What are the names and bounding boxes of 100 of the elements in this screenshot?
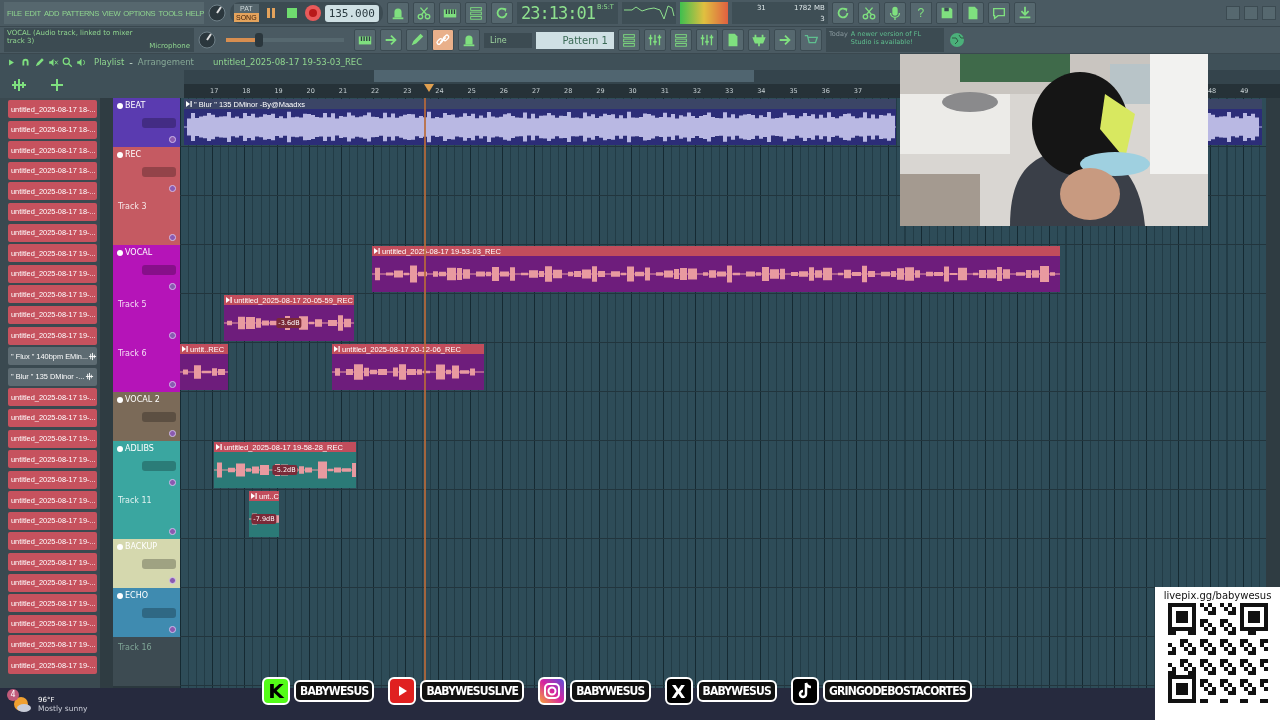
track-header[interactable]: REC <box>113 147 180 196</box>
download-button[interactable] <box>1013 2 1036 24</box>
scissors-button[interactable] <box>857 2 880 24</box>
track-icon[interactable] <box>117 249 123 256</box>
track-controls[interactable] <box>142 118 176 128</box>
play-icon <box>216 444 222 450</box>
track-header[interactable]: Track 3 <box>113 196 180 245</box>
list-icon <box>468 5 484 21</box>
waveform-icon[interactable] <box>10 76 28 94</box>
track-icon[interactable] <box>117 445 123 452</box>
track-header[interactable]: VOCAL 2 <box>113 392 180 441</box>
play-icon <box>226 297 232 303</box>
slider-thumb[interactable] <box>255 33 264 47</box>
youtube-logo-icon <box>388 677 417 705</box>
track-icon[interactable] <box>117 396 123 403</box>
track-name[interactable]: VOCAL <box>125 248 153 257</box>
scrollbar[interactable] <box>100 98 113 688</box>
playlist-subtitle: Arrangement <box>137 57 194 67</box>
notification-badge: 4 <box>7 689 19 701</box>
track-header[interactable]: Track 11 <box>113 490 180 539</box>
x-logo: X <box>664 677 693 705</box>
list-button[interactable] <box>618 29 640 51</box>
track-header[interactable]: Track 5 <box>113 294 180 343</box>
page-button[interactable] <box>722 29 744 51</box>
microphone-button[interactable] <box>883 2 906 24</box>
arrow-button[interactable] <box>774 29 796 51</box>
track-name[interactable]: VOCAL 2 <box>125 395 160 404</box>
bars-button[interactable] <box>644 29 666 51</box>
help-button[interactable]: ? <box>909 2 932 24</box>
piano-button[interactable] <box>439 2 461 24</box>
track-name[interactable]: Track 11 <box>118 496 152 505</box>
list-button[interactable] <box>465 2 487 24</box>
cart-button[interactable] <box>800 29 822 51</box>
chat-button[interactable] <box>987 2 1010 24</box>
piano-button[interactable] <box>354 29 376 51</box>
list-button[interactable] <box>670 29 692 51</box>
link-button[interactable] <box>432 29 454 51</box>
overview-scrollbar[interactable] <box>374 70 754 82</box>
refresh-button[interactable] <box>491 2 513 24</box>
mute-icon[interactable] <box>48 56 59 68</box>
track-name[interactable]: Track 3 <box>118 202 147 211</box>
play-icon <box>334 346 340 352</box>
knob-icon[interactable] <box>208 4 226 22</box>
track-controls[interactable] <box>142 412 176 422</box>
track-icon[interactable] <box>117 543 123 550</box>
mixer-button[interactable] <box>696 29 718 51</box>
qr-code[interactable] <box>1167 603 1268 703</box>
track-icon[interactable] <box>117 102 123 109</box>
plug-button[interactable] <box>748 29 770 51</box>
track-name[interactable]: Track 16 <box>118 643 152 652</box>
track-name[interactable]: Track 5 <box>118 300 147 309</box>
scissors-button[interactable] <box>413 2 435 24</box>
bars-icon <box>647 32 663 48</box>
pencil-icon[interactable] <box>34 56 45 68</box>
track-icon[interactable] <box>117 151 123 158</box>
knob-icon[interactable] <box>198 31 216 49</box>
plus-icon[interactable] <box>48 76 66 94</box>
page-button[interactable] <box>961 2 984 24</box>
waveform-icon <box>85 372 94 382</box>
music-note-icon <box>790 677 819 705</box>
track-header[interactable]: ECHO <box>113 588 180 637</box>
track-icon[interactable] <box>117 592 123 599</box>
kick-logo: K <box>262 677 290 705</box>
current-clip-name[interactable]: untitled_2025-08-17 19-53-03_REC <box>212 57 363 67</box>
track-name[interactable]: REC <box>125 150 142 159</box>
level-meter <box>679 2 728 24</box>
save-button[interactable] <box>935 2 958 24</box>
tempo-display[interactable]: 135.000 <box>324 4 379 22</box>
scrollbar[interactable] <box>1266 98 1280 587</box>
track-header[interactable]: ADLIBS <box>113 441 180 490</box>
instagram-logo-icon <box>538 677 567 705</box>
track-controls[interactable] <box>142 608 176 618</box>
track-header[interactable]: VOCAL <box>113 245 180 294</box>
track-name[interactable]: Track 6 <box>118 349 147 358</box>
chat-icon <box>990 5 1007 21</box>
track-header[interactable]: BEAT <box>113 98 180 147</box>
refresh-button[interactable] <box>831 2 854 24</box>
social-handle: BABYWESUS <box>294 680 375 702</box>
track-controls[interactable] <box>142 461 176 471</box>
record-icon[interactable] <box>303 4 322 22</box>
globe-icon[interactable] <box>948 31 966 49</box>
snap-dropdown[interactable]: Line <box>484 32 532 48</box>
arrow-icon <box>383 32 399 48</box>
arrow-button[interactable] <box>380 29 402 51</box>
pencil-button[interactable] <box>406 29 428 51</box>
speaker-icon[interactable] <box>76 56 87 68</box>
track-controls[interactable] <box>142 265 176 275</box>
track-name[interactable]: ECHO <box>125 591 148 600</box>
list-icon <box>673 32 689 48</box>
track-name[interactable]: BEAT <box>125 101 146 110</box>
track-header[interactable]: Track 16 <box>113 637 180 686</box>
track-controls[interactable] <box>142 559 176 569</box>
track-header[interactable]: Track 6 <box>113 343 180 392</box>
bell-button[interactable] <box>458 29 480 51</box>
magnet-icon[interactable] <box>20 56 31 68</box>
track-controls[interactable] <box>142 167 176 177</box>
playlist-title: Playlist <box>94 57 125 67</box>
zoom-icon[interactable] <box>62 56 73 68</box>
track-name[interactable]: ADLIBS <box>125 444 154 453</box>
pattern-selector[interactable]: Pattern 1 <box>536 31 614 49</box>
